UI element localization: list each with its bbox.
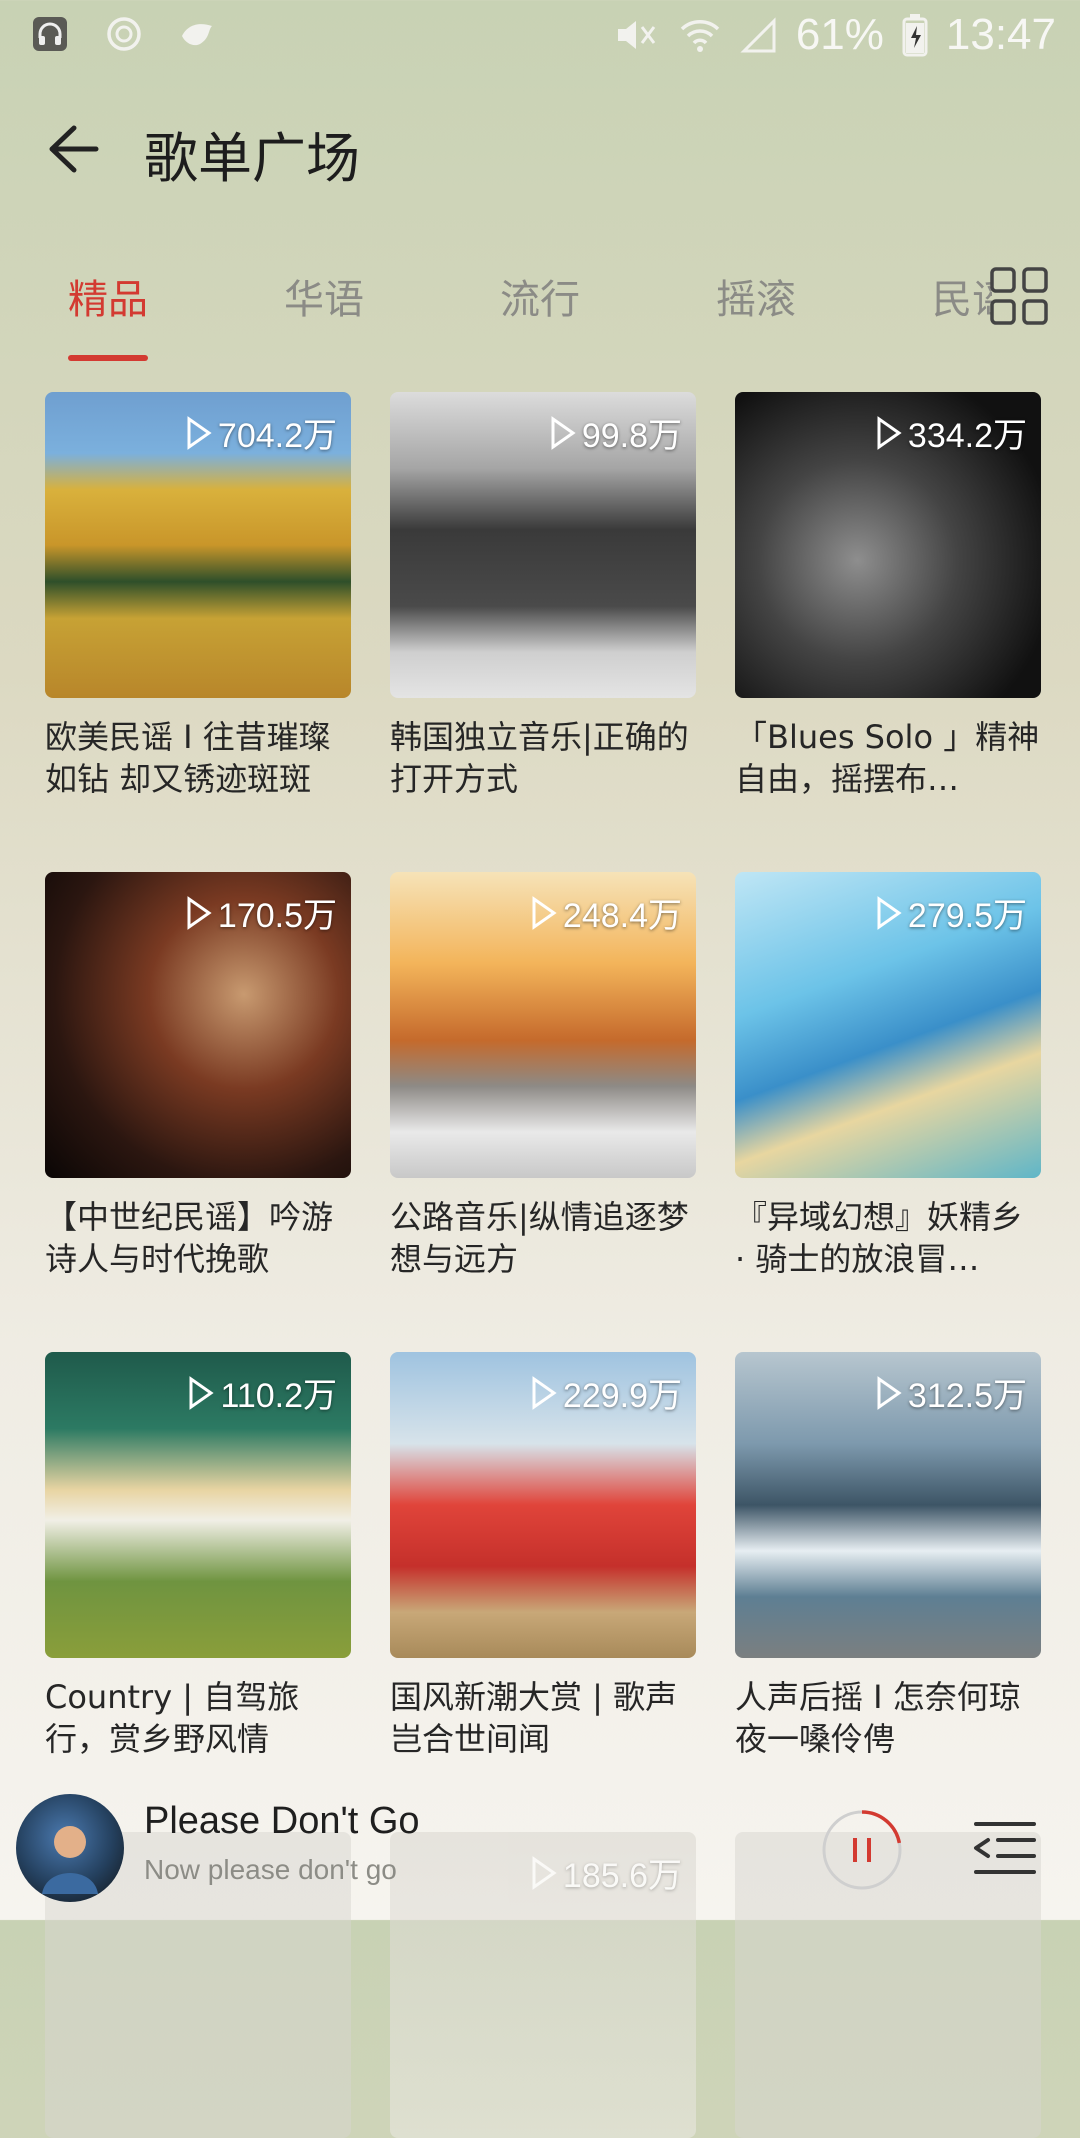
mute-icon [617,21,656,49]
playlist-card[interactable]: 99.8万 韩国独立音乐|正确的打开方式 [390,392,696,800]
signal-icon [740,17,776,53]
play-count: 99.8万 [550,408,682,457]
album-art-icon [42,1826,98,1894]
playlist-card[interactable]: 704.2万 欧美民谣 I 往昔璀璨如钻 却又锈迹斑斑 [45,392,351,800]
playlist-card[interactable]: 248.4万 公路音乐|纵情追逐梦想与远方 [390,872,696,1280]
mini-player[interactable]: Please Don't Go Now please don't go [0,1790,1080,1920]
tab-minyao[interactable]: 民谣 [932,267,992,325]
battery-percent: 61% [795,10,884,59]
playlist-cover[interactable]: 110.2万 [45,1352,351,1658]
tab-liuxing[interactable]: 流行 [500,267,580,325]
play-triangle-icon [877,1375,902,1410]
play-count: 248.4万 [531,888,682,937]
playlist-title[interactable]: 『异域幻想』妖精乡 · 骑士的放浪冒… [735,1196,1041,1280]
clock: 13:47 [945,10,1056,59]
status-right: 61% 13:47 [610,10,1056,60]
playlist-title[interactable]: 国风新潮大赏 | 歌声岂合世间闻 [390,1676,696,1760]
tab-yaogun[interactable]: 摇滚 [716,267,796,325]
sync-icon [107,17,141,51]
tab-jingpin[interactable]: 精品 [68,267,148,325]
playlist-title[interactable]: 韩国独立音乐|正确的打开方式 [390,716,696,800]
play-count: 110.2万 [188,1368,337,1417]
tab-indicator [68,355,148,361]
playlist-title[interactable]: 欧美民谣 I 往昔璀璨如钻 却又锈迹斑斑 [45,716,351,800]
arrow-left-icon[interactable] [40,118,102,180]
status-bar: 61% 13:47 [0,0,1080,78]
status-left-icons [30,14,218,54]
playlist-cover[interactable]: 312.5万 [735,1352,1041,1658]
headphone-icon [33,17,67,51]
now-playing-title[interactable]: Please Don't Go [144,1800,420,1843]
play-triangle-icon [532,1375,557,1410]
playlist-title[interactable]: 「Blues Solo 」精神自由，摇摆布… [735,716,1041,800]
play-count: 279.5万 [876,888,1027,937]
play-triangle-icon [877,895,902,930]
playlist-title[interactable]: Country | 自驾旅行，赏乡野风情 [45,1676,351,1760]
playlist-cover[interactable]: 334.2万 [735,392,1041,698]
playlist-cover[interactable]: 279.5万 [735,872,1041,1178]
playlist-cover[interactable]: 170.5万 [45,872,351,1178]
play-count: 170.5万 [186,888,337,937]
play-triangle-icon [877,415,902,450]
playlist-card[interactable]: 110.2万 Country | 自驾旅行，赏乡野风情 [45,1352,351,1760]
bird-icon [182,24,212,46]
playlist-card[interactable]: 170.5万 【中世纪民谣】吟游诗人与时代挽歌 [45,872,351,1280]
play-count: 229.9万 [531,1368,682,1417]
grid-icon[interactable] [986,263,1052,329]
play-count: 704.2万 [186,408,337,457]
battery-charging-icon [902,14,928,57]
playlist-cover[interactable]: 704.2万 [45,392,351,698]
wifi-icon [680,20,720,52]
play-triangle-icon [187,415,212,450]
now-playing-cover[interactable] [16,1794,124,1902]
playlist-card[interactable]: 334.2万 「Blues Solo 」精神自由，摇摆布… [735,392,1041,800]
playlist-cover[interactable]: 229.9万 [390,1352,696,1658]
page-title: 歌单广场 [144,127,360,190]
play-triangle-icon [189,1375,215,1410]
playlist-title[interactable]: 【中世纪民谣】吟游诗人与时代挽歌 [45,1196,351,1280]
playlist-title[interactable]: 公路音乐|纵情追逐梦想与远方 [390,1196,696,1280]
tab-huayu[interactable]: 华语 [284,267,364,325]
playlist-queue-icon[interactable] [970,1816,1040,1880]
playlist-card[interactable]: 229.9万 国风新潮大赏 | 歌声岂合世间闻 [390,1352,696,1760]
playlist-card[interactable]: 279.5万 『异域幻想』妖精乡 · 骑士的放浪冒… [735,872,1041,1280]
now-playing-subtitle: Now please don't go [144,1854,397,1885]
playlist-cover[interactable]: 99.8万 [390,392,696,698]
playlist-cover[interactable]: 248.4万 [390,872,696,1178]
play-triangle-icon [532,895,557,930]
play-triangle-icon [551,415,576,450]
category-tabs: 精品 华语 流行 摇滚 民谣 [0,255,1080,365]
play-triangle-icon [187,895,212,930]
pause-icon[interactable] [820,1808,904,1892]
play-count: 334.2万 [876,408,1027,457]
title-bar: 歌单广场 [0,96,1080,206]
playlist-card[interactable]: 312.5万 人声后摇 I 怎奈何琼夜一嗓伶俜 [735,1352,1041,1760]
playlist-title[interactable]: 人声后摇 I 怎奈何琼夜一嗓伶俜 [735,1676,1041,1760]
play-count: 312.5万 [876,1368,1027,1417]
